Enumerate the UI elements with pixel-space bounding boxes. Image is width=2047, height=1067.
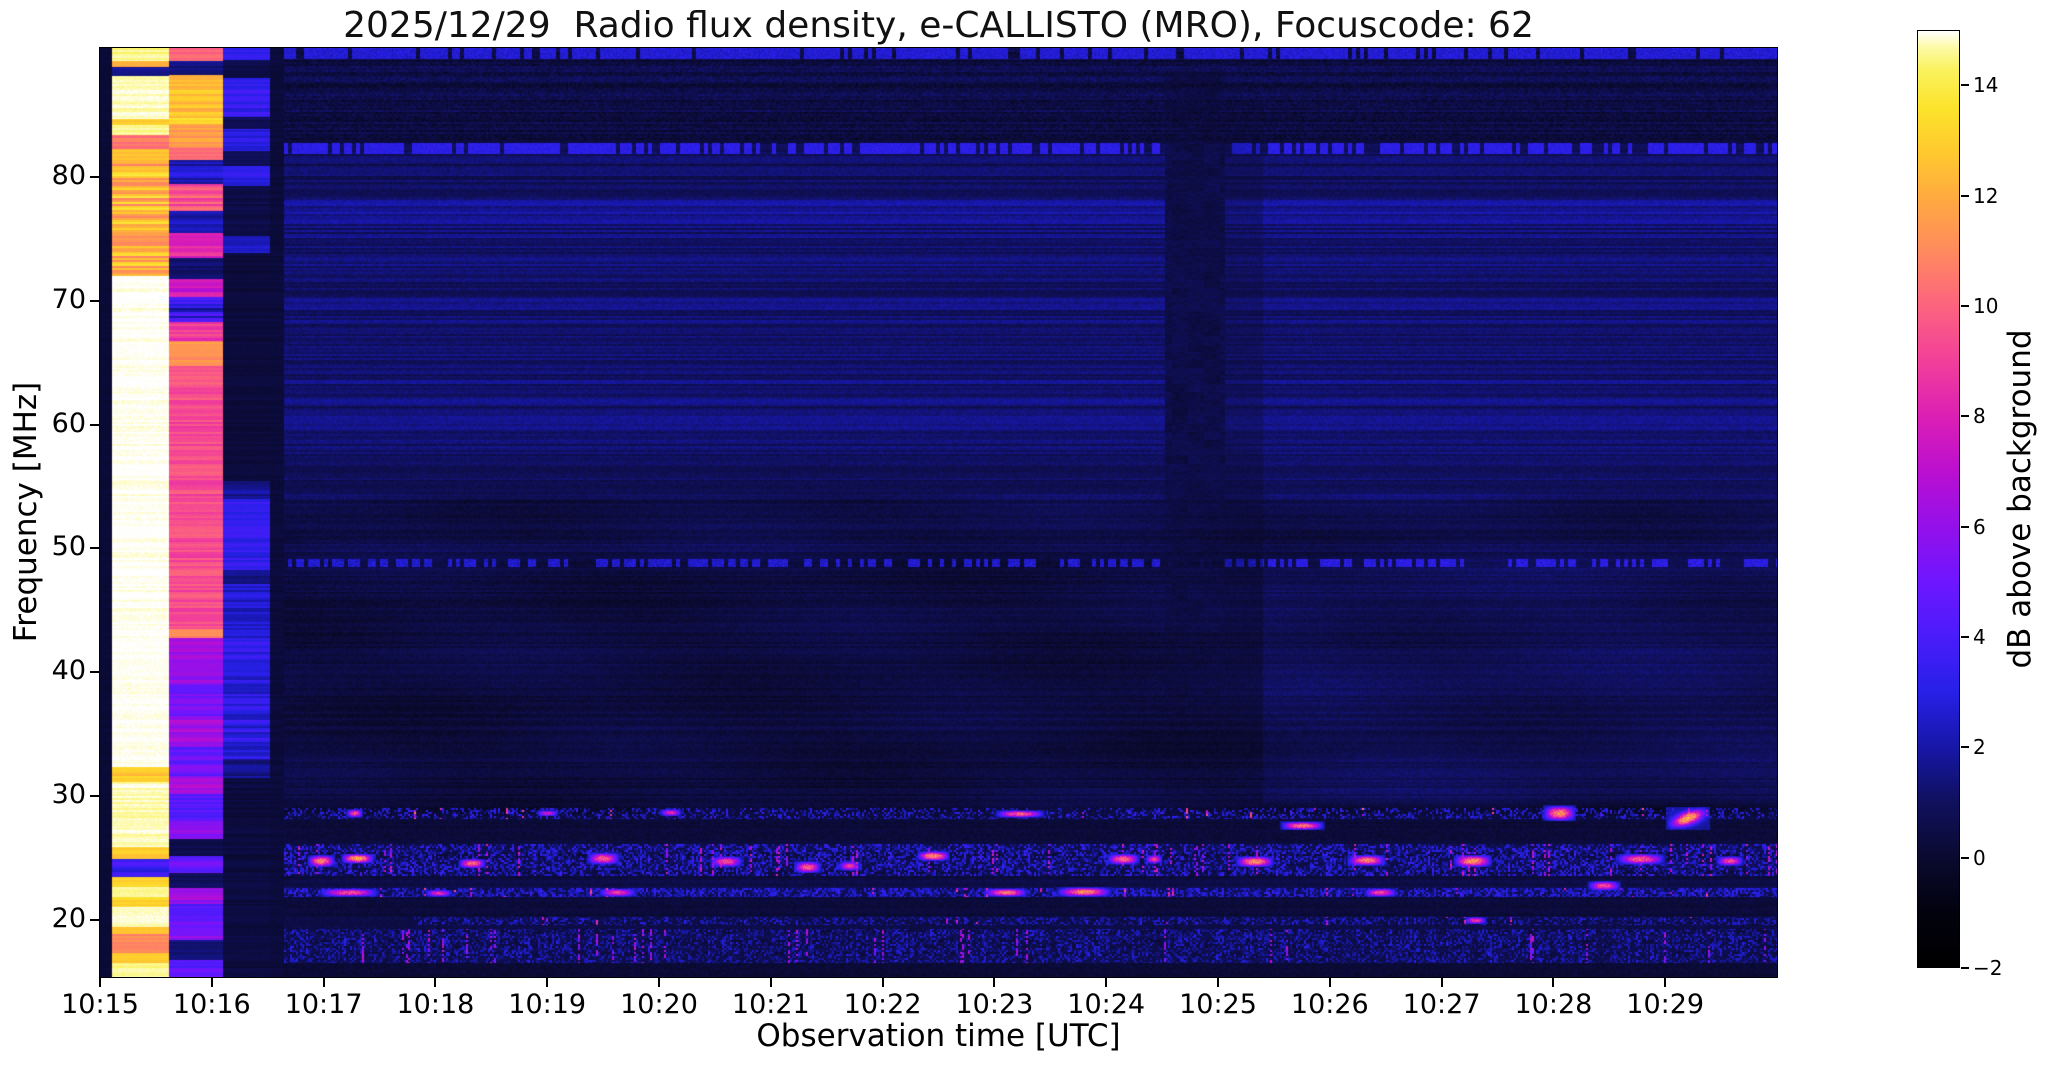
colorbar-tick-mark	[1961, 194, 1969, 197]
x-tick-label: 10:25	[1179, 989, 1257, 1020]
x-tick-label: 10:17	[284, 989, 363, 1020]
x-tick-mark	[769, 978, 772, 987]
colorbar-tick-label: 0	[1973, 845, 1986, 870]
colorbar-tick-mark	[1961, 967, 1969, 969]
x-tick-label: 10:28	[1514, 989, 1593, 1020]
x-tick-label: 10:21	[731, 989, 810, 1020]
x-tick-label: 10:26	[1290, 989, 1369, 1020]
x-tick-label: 10:20	[620, 989, 698, 1020]
x-tick-mark	[1328, 978, 1331, 987]
colorbar-tick-label: 12	[1973, 183, 1999, 208]
y-tick-label: 40	[51, 655, 86, 687]
x-tick-mark	[993, 978, 996, 987]
x-tick-label: 10:16	[172, 989, 251, 1020]
x-tick-mark	[434, 978, 437, 987]
plot-area	[99, 47, 1778, 978]
y-tick-label: 80	[51, 159, 86, 191]
y-tick-label: 60	[51, 407, 86, 439]
y-tick-mark	[90, 423, 99, 426]
x-axis-label: Observation time [UTC]	[756, 1018, 1121, 1054]
x-tick-label: 10:29	[1626, 989, 1705, 1020]
x-tick-mark	[210, 978, 213, 987]
x-tick-mark	[658, 978, 660, 987]
x-tick-mark	[881, 978, 884, 987]
x-tick-mark	[1440, 978, 1443, 987]
colorbar-tick-mark	[1961, 635, 1969, 638]
x-tick-label: 10:19	[508, 989, 587, 1020]
y-tick-mark	[90, 919, 99, 922]
colorbar-tick-label: 4	[1973, 624, 1986, 649]
y-tick-mark	[90, 547, 99, 550]
colorbar-tick-label: 6	[1973, 514, 1986, 539]
y-tick-label: 30	[51, 779, 86, 811]
x-tick-mark	[1664, 978, 1667, 987]
x-tick-label: 10:18	[396, 989, 475, 1020]
x-tick-mark	[99, 978, 101, 987]
colorbar-tick-mark	[1961, 304, 1969, 307]
x-tick-label: 10:15	[61, 989, 139, 1020]
colorbar-label: dB above background	[2002, 329, 2038, 669]
x-tick-label: 10:23	[955, 989, 1034, 1020]
colorbar-tick-label: 2	[1973, 735, 1986, 760]
y-tick-mark	[90, 671, 99, 674]
x-tick-mark	[322, 978, 325, 987]
y-tick-mark	[90, 175, 99, 178]
y-tick-label: 70	[51, 283, 86, 315]
colorbar-tick-label: 14	[1973, 73, 1999, 98]
y-tick-label: 20	[51, 903, 86, 935]
spectrogram-figure: 2025/12/29 Radio flux density, e-CALLIST…	[0, 0, 2047, 1067]
colorbar-tick-label: 10	[1973, 293, 1999, 318]
y-tick-mark	[90, 299, 99, 302]
x-tick-label: 10:22	[843, 989, 922, 1020]
colorbar	[1917, 30, 1960, 968]
colorbar-tick-label: 8	[1973, 404, 1986, 429]
chart-title: 2025/12/29 Radio flux density, e-CALLIST…	[343, 5, 1534, 46]
x-tick-mark	[1552, 978, 1555, 987]
colorbar-tick-mark	[1961, 856, 1969, 859]
colorbar-tick-mark	[1961, 746, 1969, 749]
x-tick-mark	[1105, 978, 1108, 987]
x-tick-mark	[546, 978, 549, 987]
colorbar-tick-mark	[1961, 415, 1969, 418]
colorbar-tick-mark	[1961, 84, 1969, 87]
spectrogram-canvas	[100, 48, 1777, 977]
x-tick-mark	[1217, 978, 1219, 987]
x-tick-label: 10:27	[1402, 989, 1481, 1020]
x-tick-label: 10:24	[1067, 989, 1146, 1020]
colorbar-tick-mark	[1961, 525, 1969, 528]
y-tick-mark	[90, 795, 99, 798]
y-tick-label: 50	[51, 531, 86, 563]
colorbar-tick-label: −2	[1973, 956, 2003, 980]
